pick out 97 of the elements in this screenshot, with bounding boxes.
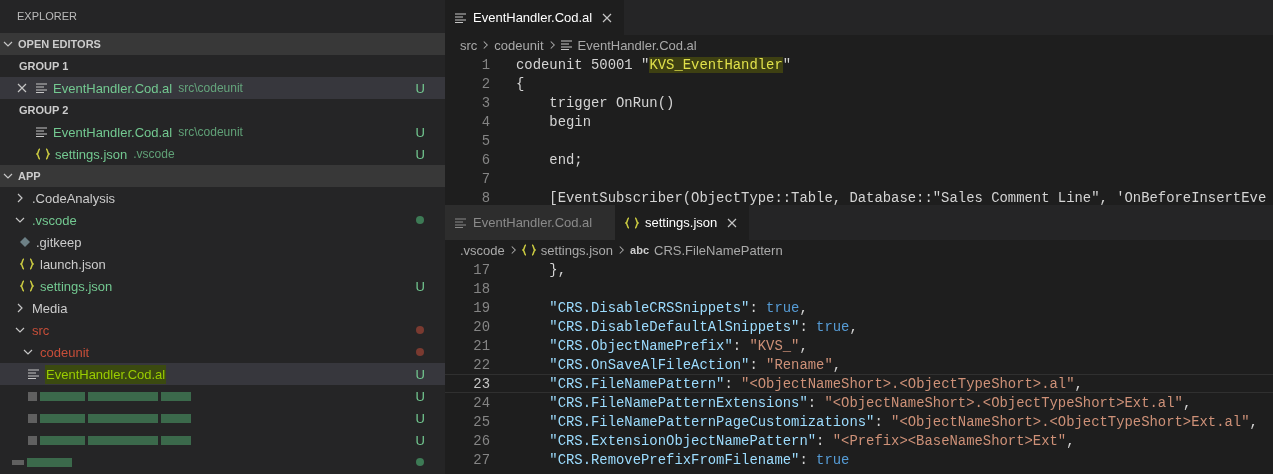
breadcrumb-item[interactable]: CRS.FileNamePattern bbox=[654, 242, 783, 258]
open-editor-item[interactable]: EventHandler.Cod.al src\codeunit U bbox=[0, 121, 445, 143]
code-line: "CRS.DisableDefaultAlSnippets": true, bbox=[548, 318, 858, 335]
code-line: "CRS.ObjectNamePrefix": "KVS_", bbox=[548, 337, 808, 354]
close-icon[interactable] bbox=[727, 217, 738, 228]
group-label: GROUP 1 bbox=[18, 59, 70, 74]
chevron-icon bbox=[15, 215, 25, 225]
file-lines-icon bbox=[455, 217, 467, 228]
folder-item[interactable]: .vscode bbox=[0, 209, 445, 231]
line-number: 4 bbox=[480, 113, 490, 130]
line-number: 1 bbox=[480, 56, 490, 73]
line-number: 24 bbox=[472, 394, 490, 411]
tree-item[interactable]: U bbox=[0, 407, 445, 429]
line-number: 8 bbox=[480, 189, 490, 205]
line-number: 17 bbox=[472, 261, 490, 278]
chevron-icon bbox=[15, 325, 25, 335]
chevron-icon bbox=[548, 40, 556, 50]
breadcrumb-item[interactable]: settings.json bbox=[540, 242, 614, 258]
folder-item[interactable]: .CodeAnalysis bbox=[0, 187, 445, 209]
explorer-title: EXPLORER bbox=[16, 9, 78, 24]
code-line: "CRS.OnSaveAlFileAction": "Rename", bbox=[548, 356, 842, 373]
tree-item[interactable]: U bbox=[0, 429, 445, 451]
chevron-icon bbox=[509, 245, 517, 255]
editor-tab[interactable]: EventHandler.Cod.al bbox=[445, 0, 625, 35]
file-lines-icon bbox=[560, 40, 573, 50]
git-status-letter: U bbox=[415, 388, 425, 404]
git-status-letter: U bbox=[415, 410, 425, 426]
line-number: 18 bbox=[472, 280, 490, 297]
code-line: }, bbox=[548, 261, 566, 278]
line-number: 19 bbox=[472, 299, 490, 316]
line-number: 25 bbox=[472, 413, 490, 430]
line-number: 22 bbox=[472, 356, 490, 373]
line-number: 3 bbox=[480, 94, 490, 111]
chevron-icon bbox=[618, 245, 626, 255]
close-icon[interactable] bbox=[602, 12, 613, 23]
breadcrumb-item[interactable]: .vscode bbox=[460, 242, 505, 258]
braces-icon bbox=[625, 216, 639, 229]
code-line: "CRS.RemovePrefixFromFilename": true bbox=[548, 451, 850, 468]
file-item[interactable]: EventHandler.Cod.al U bbox=[0, 363, 445, 385]
diamond-icon bbox=[20, 237, 30, 247]
chevron-icon bbox=[3, 39, 13, 49]
breadcrumb-item[interactable]: codeunit bbox=[494, 37, 544, 53]
git-status-letter: U bbox=[415, 80, 425, 96]
code-line: "CRS.FileNamePatternExtensions": "<ObjectNameShort>.<ObjectTypeShort>Ext.al", bbox=[548, 394, 1192, 411]
file-lines-icon bbox=[455, 12, 467, 23]
symbol-label: abc bbox=[630, 244, 650, 256]
code-line: "CRS.ExtensionObjectNamePattern": "<Prefix><BaseNameShort>Ext", bbox=[548, 432, 1075, 449]
open-editor-item[interactable]: EventHandler.Cod.al src\codeunit U bbox=[0, 77, 445, 99]
folder-item[interactable]: Media bbox=[0, 297, 445, 319]
file-item[interactable]: launch.json bbox=[0, 253, 445, 275]
chevron-icon bbox=[15, 193, 25, 203]
line-number: 6 bbox=[480, 151, 490, 168]
line-number: 20 bbox=[472, 318, 490, 335]
code-line: "CRS.FileNamePatternPageCustomizations": "<ObjectNameShort>.<ObjectTypeShort>Ext.al", bbox=[548, 413, 1258, 430]
git-status-letter: U bbox=[415, 432, 425, 448]
section-header[interactable]: OPEN EDITORS bbox=[0, 33, 445, 55]
file-item[interactable]: .gitkeep bbox=[0, 231, 445, 253]
line-number: 27 bbox=[472, 451, 490, 468]
chevron-icon bbox=[3, 171, 13, 181]
code-line: begin bbox=[548, 113, 592, 130]
code-line: end; bbox=[548, 151, 583, 168]
chevron-icon bbox=[482, 40, 490, 50]
line-number: 26 bbox=[472, 432, 490, 449]
git-status-letter: U bbox=[415, 146, 425, 162]
git-status-letter: U bbox=[415, 124, 425, 140]
line-number: 21 bbox=[472, 337, 490, 354]
file-lines-icon bbox=[28, 369, 40, 379]
chevron-icon bbox=[15, 303, 25, 313]
chevron-icon bbox=[23, 347, 33, 357]
file-item[interactable]: settings.json U bbox=[0, 275, 445, 297]
section-header[interactable]: APP bbox=[0, 165, 445, 187]
editor-tab[interactable]: settings.json bbox=[615, 205, 750, 240]
code-line: [EventSubscriber(ObjectType::Table, Database::"Sales Comment Line", 'OnBeforeInsertEve bbox=[548, 189, 1267, 205]
code-line: trigger OnRun() bbox=[548, 94, 675, 111]
git-status-letter: U bbox=[415, 366, 425, 382]
code-line: "CRS.FileNamePattern": "<ObjectNameShort>.<ObjectTypeShort>.al", bbox=[548, 375, 1083, 392]
git-status-letter: U bbox=[415, 278, 425, 294]
file-lines-icon bbox=[36, 83, 48, 93]
line-number: 23 bbox=[472, 375, 490, 392]
breadcrumb-item[interactable]: src bbox=[460, 37, 478, 53]
line-number: 7 bbox=[480, 170, 490, 187]
tree-item[interactable]: U bbox=[0, 385, 445, 407]
editor-tab[interactable]: EventHandler.Cod.al bbox=[445, 205, 615, 240]
line-number: 5 bbox=[480, 132, 490, 149]
group-label: GROUP 2 bbox=[18, 103, 70, 118]
breadcrumb-item[interactable]: EventHandler.Cod.al bbox=[577, 37, 697, 53]
braces-icon bbox=[20, 258, 34, 270]
open-editor-item[interactable]: settings.json .vscode U bbox=[0, 143, 445, 165]
file-lines-icon bbox=[36, 127, 48, 137]
code-line: "CRS.DisableCRSSnippets": true, bbox=[548, 299, 808, 316]
line-number: 2 bbox=[480, 75, 490, 92]
braces-icon bbox=[36, 148, 50, 160]
code-line: { bbox=[516, 75, 525, 92]
code-line: codeunit 50001 "KVS_EventHandler" bbox=[516, 56, 792, 73]
braces-icon bbox=[20, 280, 34, 292]
braces-icon bbox=[521, 244, 536, 256]
close-icon[interactable] bbox=[17, 83, 27, 93]
